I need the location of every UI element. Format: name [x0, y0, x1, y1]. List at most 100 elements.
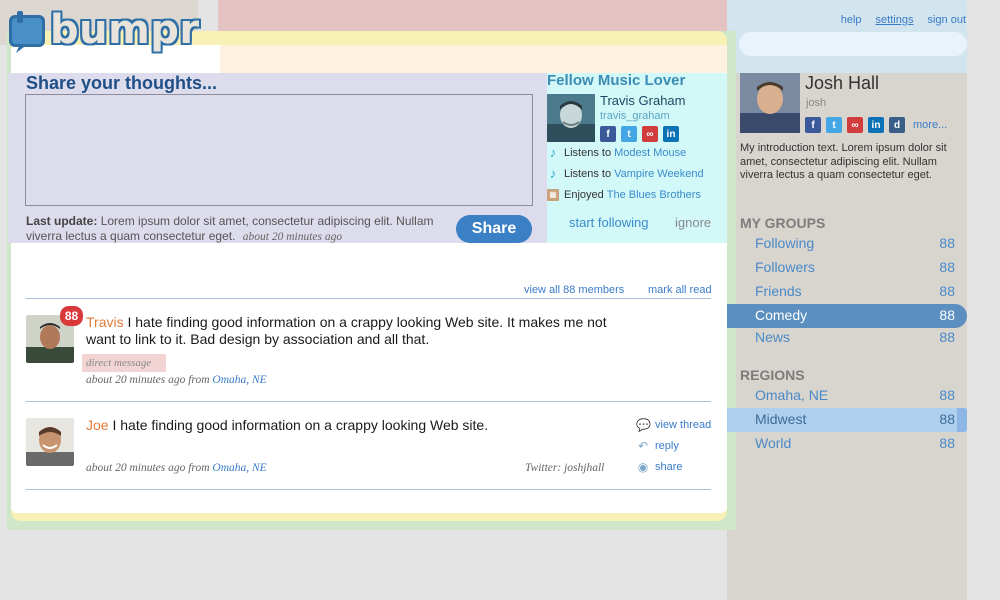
post-line: I hate finding good information on a cra…: [127, 314, 607, 330]
region-count: 88: [939, 435, 955, 451]
logo[interactable]: bumpr: [6, 4, 200, 56]
activity-prefix: Enjoyed: [564, 189, 604, 201]
group-item-active[interactable]: Comedy 88: [727, 304, 967, 328]
unread-count-badge: 88: [60, 306, 83, 326]
post-text: Joe I hate finding good information on a…: [86, 417, 626, 434]
group-label: Comedy: [755, 307, 808, 323]
music-note-icon: ♪: [549, 145, 557, 160]
top-links: help settings sign out: [841, 14, 966, 26]
view-thread-label[interactable]: view thread: [655, 419, 711, 431]
region-label: World: [755, 435, 792, 451]
divider: [26, 298, 711, 299]
group-item[interactable]: News 88: [727, 326, 967, 350]
help-link[interactable]: help: [841, 14, 862, 26]
region-label: Omaha, NE: [755, 387, 829, 403]
speech-bubble-icon: 💬: [636, 418, 651, 432]
direct-message-tag: direct message: [82, 354, 166, 372]
group-label: Friends: [755, 283, 802, 299]
group-item[interactable]: Followers 88: [727, 256, 967, 280]
post-location[interactable]: Omaha, NE: [212, 374, 266, 386]
group-label: Followers: [755, 259, 815, 275]
reply-action[interactable]: ↶ reply: [636, 439, 679, 453]
divider: [26, 401, 711, 402]
post-line: I hate finding good information on a cra…: [112, 417, 489, 433]
lastfm-icon[interactable]: ∞: [642, 126, 658, 142]
fellow-activity: ♪ Listens to Vampire Weekend: [547, 167, 704, 180]
post-meta: about 20 minutes ago from Omaha, NE: [86, 462, 267, 474]
linkedin-icon[interactable]: in: [868, 117, 884, 133]
profile-handle: josh: [806, 97, 827, 109]
lastfm-icon[interactable]: ∞: [847, 117, 863, 133]
share-label[interactable]: share: [655, 461, 683, 473]
mark-all-read-link[interactable]: mark all read: [648, 284, 712, 296]
speech-bubble-logo-icon: [9, 11, 45, 53]
share-title: Share your thoughts...: [26, 73, 218, 93]
profile-avatar[interactable]: [740, 73, 800, 133]
activity-link[interactable]: The Blues Brothers: [607, 189, 701, 201]
activity-prefix: Listens to: [564, 147, 612, 159]
more-link[interactable]: more...: [913, 117, 947, 133]
fellow-avatar[interactable]: [547, 94, 595, 142]
view-all-members-link[interactable]: view all 88 members: [524, 284, 624, 296]
post-meta: about 20 minutes ago from Omaha, NE: [86, 374, 267, 386]
twitter-icon[interactable]: t: [826, 117, 842, 133]
fellow-title: Fellow Music Lover: [547, 72, 686, 89]
group-item[interactable]: Friends 88: [727, 280, 967, 304]
post-avatar[interactable]: [26, 418, 74, 466]
profile-name: Josh Hall: [805, 73, 880, 93]
group-item[interactable]: Following 88: [727, 232, 967, 256]
start-following-link[interactable]: start following: [569, 215, 648, 230]
search-input[interactable]: [739, 32, 967, 56]
group-count: 88: [939, 283, 955, 299]
fellow-activity: ♪ Listens to Modest Mouse: [547, 145, 687, 160]
group-count: 88: [939, 307, 955, 323]
facebook-icon[interactable]: f: [805, 117, 821, 133]
regions-heading: REGIONS: [740, 367, 805, 383]
region-item[interactable]: Omaha, NE 88: [727, 384, 967, 408]
post-location[interactable]: Omaha, NE: [212, 462, 266, 474]
content-header-strip: [220, 45, 727, 73]
divider: [26, 489, 711, 490]
groups-heading: MY GROUPS: [740, 215, 826, 231]
share-button[interactable]: Share: [456, 215, 532, 243]
activity-link[interactable]: Vampire Weekend: [614, 168, 703, 180]
activity-link[interactable]: Modest Mouse: [614, 147, 686, 159]
film-icon: ▦: [547, 189, 559, 201]
region-item[interactable]: World 88: [727, 432, 967, 456]
activity-prefix: Listens to: [564, 168, 612, 180]
post-time: about 20 minutes ago from: [86, 462, 210, 474]
group-count: 88: [939, 235, 955, 251]
sign-out-link[interactable]: sign out: [927, 14, 966, 26]
fellow-activity: ▦ Enjoyed The Blues Brothers: [547, 189, 701, 201]
broadcast-icon: ◉: [637, 460, 649, 474]
group-label: Following: [755, 235, 815, 251]
post-author[interactable]: Travis: [86, 314, 124, 330]
linkedin-icon[interactable]: in: [663, 126, 679, 142]
share-action[interactable]: ◉ share: [636, 460, 683, 474]
view-thread-action[interactable]: 💬 view thread: [636, 418, 711, 432]
fellow-name[interactable]: Travis Graham: [600, 93, 685, 108]
facebook-icon[interactable]: f: [600, 126, 616, 142]
share-textarea[interactable]: [25, 94, 533, 206]
logo-text: bumpr: [50, 7, 200, 53]
fellow-handle[interactable]: travis_graham: [600, 110, 670, 122]
group-count: 88: [939, 259, 955, 275]
post-text: Travis I hate finding good information o…: [86, 314, 616, 348]
post-time: about 20 minutes ago from: [86, 374, 210, 386]
last-update-label: Last update:: [26, 214, 98, 228]
group-label: News: [755, 329, 791, 345]
reply-label[interactable]: reply: [655, 440, 679, 452]
profile-intro: My introduction text. Lorem ipsum dolor …: [740, 142, 947, 181]
twitter-icon[interactable]: t: [621, 126, 637, 142]
region-item-highlighted[interactable]: Midwest 88: [727, 408, 967, 432]
group-count: 88: [939, 329, 955, 345]
last-update: Last update: Lorem ipsum dolor sit amet,…: [26, 214, 446, 245]
delicious-icon[interactable]: d: [889, 117, 905, 133]
settings-link[interactable]: settings: [876, 14, 914, 26]
region-count: 88: [939, 411, 955, 427]
region-label: Midwest: [755, 411, 807, 427]
post-author[interactable]: Joe: [86, 417, 109, 433]
region-count: 88: [939, 387, 955, 403]
profile-social-icons: f t ∞ in d more...: [805, 117, 947, 133]
ignore-link[interactable]: ignore: [675, 215, 711, 230]
